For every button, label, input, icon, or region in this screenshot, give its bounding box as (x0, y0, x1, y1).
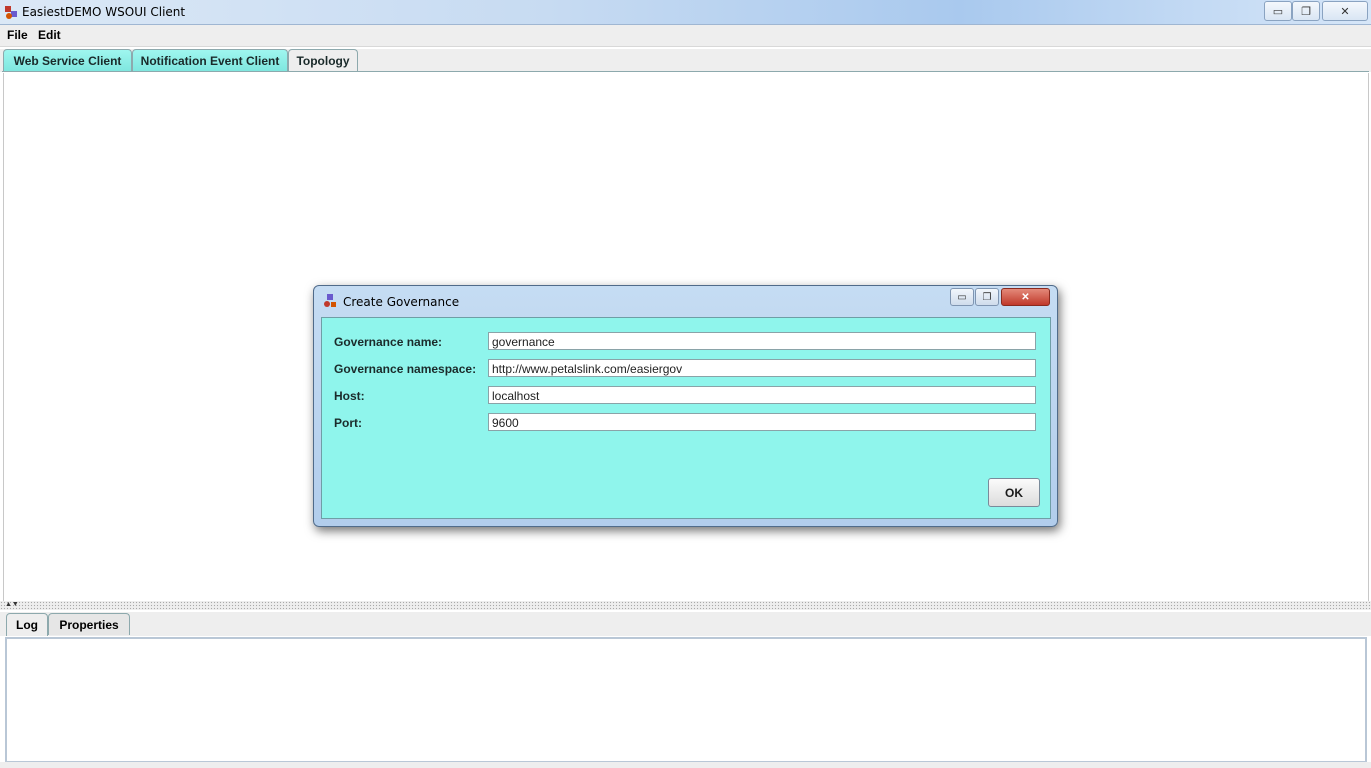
tab-label: Topology (296, 54, 350, 68)
minimize-button[interactable]: ▭ (1264, 1, 1292, 21)
port-input[interactable]: 9600 (488, 413, 1036, 431)
minimize-icon: ▭ (1272, 5, 1284, 18)
tab-web-service-client[interactable]: Web Service Client (3, 49, 132, 71)
split-pane-divider[interactable] (0, 601, 1371, 610)
dialog-close-button[interactable]: ✕ (1001, 288, 1050, 306)
ok-button[interactable]: OK (988, 478, 1040, 507)
app-logo-icon (324, 294, 336, 307)
maximize-button[interactable]: ❐ (1292, 1, 1320, 21)
dialog-maximize-button[interactable]: ❐ (975, 288, 999, 306)
tab-notification-event-client[interactable]: Notification Event Client (132, 49, 288, 71)
governance-name-input[interactable]: governance (488, 332, 1036, 350)
governance-name-label: Governance name: (334, 335, 443, 349)
bottom-tab-strip: Log Properties (0, 612, 1371, 636)
menu-bar: File Edit (0, 25, 1371, 47)
governance-namespace-label: Governance namespace: (334, 362, 477, 376)
window-title: EasiestDEMO WSOUI Client (22, 5, 186, 19)
form-row-port: Port: 9600 (334, 413, 1040, 433)
menu-file[interactable]: File (7, 28, 28, 42)
maximize-icon: ❐ (1301, 5, 1311, 18)
dialog-form: Governance name: governance Governance n… (321, 317, 1051, 519)
top-tab-strip: Web Service Client Notification Event Cl… (0, 49, 1371, 72)
governance-namespace-input[interactable]: http://www.petalslink.com/easiergov (488, 359, 1036, 377)
tab-log[interactable]: Log (6, 613, 48, 636)
app-logo-icon (5, 6, 17, 19)
dialog-title: Create Governance (343, 295, 460, 309)
log-panel[interactable] (5, 637, 1367, 763)
port-label: Port: (334, 416, 362, 430)
minimize-icon: ▭ (957, 291, 967, 303)
splitter-arrows-icon[interactable]: ▲▼ (5, 601, 19, 609)
host-label: Host: (334, 389, 365, 403)
form-row-host: Host: localhost (334, 386, 1040, 406)
tab-label: Web Service Client (13, 53, 122, 68)
create-governance-dialog: Create Governance ▭ ❐ ✕ Governance name:… (313, 285, 1058, 527)
tab-topology[interactable]: Topology (288, 49, 358, 72)
maximize-icon: ❐ (982, 291, 992, 303)
tab-label: Log (16, 618, 38, 632)
form-row-governance-name: Governance name: governance (334, 332, 1040, 352)
host-input[interactable]: localhost (488, 386, 1036, 404)
tab-divider (2, 71, 1369, 72)
tab-label: Notification Event Client (140, 53, 280, 68)
form-row-governance-namespace: Governance namespace: http://www.petalsl… (334, 359, 1040, 379)
window-titlebar: EasiestDEMO WSOUI Client ▭ ❐ ✕ (0, 0, 1371, 25)
dialog-minimize-button[interactable]: ▭ (950, 288, 974, 306)
close-icon: ✕ (1021, 291, 1030, 303)
menu-edit[interactable]: Edit (38, 28, 61, 42)
tab-label: Properties (59, 617, 119, 632)
close-button[interactable]: ✕ (1322, 1, 1368, 21)
tab-properties[interactable]: Properties (48, 613, 130, 635)
close-icon: ✕ (1340, 5, 1350, 18)
window-bottom-border (0, 762, 1371, 768)
